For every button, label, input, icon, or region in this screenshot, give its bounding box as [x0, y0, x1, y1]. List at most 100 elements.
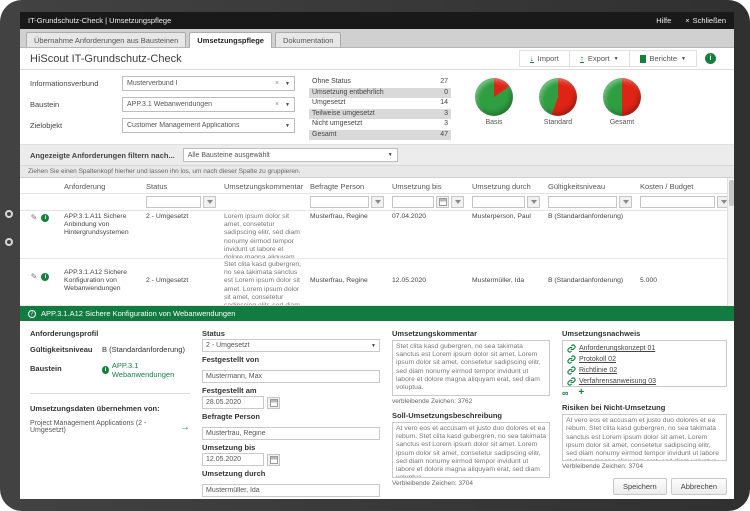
save-button[interactable]: Speichern — [613, 478, 667, 495]
pie-chart-standard — [539, 78, 577, 116]
festgestellt-am-input[interactable] — [202, 396, 264, 409]
baustein-link[interactable]: i APP.3.1 Webanwendungen — [102, 361, 190, 379]
summary-row: Umsetzung entbehrlich0 — [309, 88, 451, 99]
zielobjekt-label: Zielobjekt — [30, 121, 122, 130]
umsetzung-bis-input[interactable] — [202, 453, 264, 466]
person-filter-input[interactable] — [310, 196, 369, 208]
detail-text-column-2: Umsetzungsnachweis Anforderungskonzept 0… — [562, 329, 727, 495]
clear-icon[interactable]: × — [272, 101, 282, 108]
filter-button[interactable] — [371, 196, 384, 208]
close-button[interactable]: × Schließen — [685, 16, 726, 25]
group-by-dropzone[interactable]: Ziehen Sie einen Spaltenkopf hierher und… — [20, 165, 734, 178]
calendar-button[interactable] — [267, 397, 280, 409]
import-button[interactable]: ↓ Import — [520, 51, 570, 66]
risiken-textarea[interactable]: At vero eos et accusam et justo duo dolo… — [562, 414, 727, 461]
chevron-down-icon[interactable]: ▼ — [282, 81, 290, 87]
befragte-person-input[interactable] — [202, 427, 380, 440]
edit-icon[interactable]: ✎ — [31, 214, 38, 256]
divider — [30, 393, 190, 394]
add-icon[interactable]: + — [578, 389, 584, 397]
tab-umsetzungspflege[interactable]: Umsetzungspflege — [189, 32, 272, 48]
info-icon[interactable]: i — [41, 273, 49, 281]
filter-zone: Informationsverbund Musterverbund I × ▼ … — [20, 70, 734, 144]
clear-icon[interactable]: × — [272, 80, 282, 87]
tablet-frame: IT-Grundschutz-Check | Umsetzungspflege … — [0, 0, 750, 511]
pie-standard: Standard — [539, 78, 577, 140]
table-filter-row — [20, 194, 734, 211]
info-icon: i — [102, 366, 109, 374]
link-existing-icon[interactable]: ∞ — [562, 389, 568, 397]
kommentar-cell: Stet clita kasd gubergren, no sea takima… — [220, 259, 306, 305]
apply-takeover-button[interactable]: → — [180, 422, 190, 433]
calendar-button[interactable] — [436, 196, 449, 208]
filter-button[interactable] — [527, 196, 540, 208]
festgestellt-am-label: Festgestellt am — [202, 386, 380, 395]
chevron-down-icon: ▼ — [371, 343, 376, 349]
nachweis-link[interactable]: Anforderungskonzept 01 — [579, 345, 655, 352]
status-select[interactable]: 2 - Umgesetzt ▼ — [202, 339, 380, 352]
display-filter-row: Angezeigte Anforderungen filtern nach...… — [20, 144, 734, 165]
umsetzungskommentar-label: Umsetzungskommentar — [392, 329, 550, 338]
bis-filter-input[interactable] — [392, 196, 434, 208]
table-row[interactable]: ✎ i APP.3.1.A12 Sichere Konfiguration vo… — [20, 259, 734, 306]
niveau-filter-input[interactable] — [548, 196, 617, 208]
export-button[interactable]: ↑ Export ▼ — [570, 51, 630, 66]
festgestellt-von-input[interactable] — [202, 370, 380, 383]
informationsverbund-select[interactable]: Musterverbund I × ▼ — [122, 76, 295, 91]
kosten-filter-input[interactable] — [640, 196, 715, 208]
col-kosten-budget[interactable]: Kosten / Budget — [636, 178, 734, 193]
chevron-down-icon[interactable]: ▼ — [282, 123, 290, 129]
filter-button[interactable] — [619, 196, 632, 208]
funnel-icon — [375, 200, 381, 204]
table-scrollbar[interactable] — [727, 178, 734, 306]
table-row[interactable]: ✎ i APP.3.1.A11 Sichere Anbindung von Hi… — [20, 211, 734, 259]
risiken-label: Risiken bei Nicht-Umsetzung — [562, 403, 727, 412]
soll-umsetzung-textarea[interactable]: At vero eos et accusam et justo duo dolo… — [392, 422, 550, 478]
display-filter-select[interactable]: Alle Bausteine ausgewählt ▼ — [183, 148, 398, 162]
takeover-source-value: Project Management Applications (2 - Umg… — [30, 420, 180, 434]
tab-dokumentation[interactable]: Dokumentation — [275, 32, 341, 47]
tab-uebernahme-anforderungen[interactable]: Übernahme Anforderungen aus Bausteinen — [26, 32, 186, 47]
durch-filter-input[interactable] — [472, 196, 525, 208]
pie-gesamt: Gesamt — [603, 78, 641, 140]
zielobjekt-select[interactable]: Customer Management Applications ▼ — [122, 118, 295, 133]
list-item: Verfahrensanweisung 03 — [567, 377, 722, 386]
durch-cell: Musterperson, Paul — [468, 211, 544, 258]
col-anforderung[interactable]: Anforderung — [60, 178, 142, 193]
list-item: Richtlinie 02 — [567, 366, 722, 375]
link-icon — [567, 377, 576, 386]
chevron-down-icon[interactable]: ▼ — [282, 102, 290, 108]
col-befragte-person[interactable]: Befragte Person — [306, 178, 388, 193]
status-label: Status — [202, 329, 380, 338]
app-screen: IT-Grundschutz-Check | Umsetzungspflege … — [20, 12, 734, 499]
informationsverbund-label: Informationsverbund — [30, 79, 122, 88]
help-link[interactable]: Hilfe — [656, 16, 671, 25]
form-actions: Speichern Abbrechen — [562, 478, 727, 495]
filter-button[interactable] — [451, 196, 464, 208]
col-umsetzungskommentar[interactable]: Umsetzungskommentar — [220, 178, 306, 193]
soll-char-counter: Verbleibende Zeichen: 3704 — [392, 480, 550, 487]
pie-basis: Basis — [475, 78, 513, 140]
info-icon[interactable]: i — [705, 53, 716, 64]
umsetzungskommentar-textarea[interactable]: Stet clita kasd gubergren, no sea takima… — [392, 340, 550, 396]
nachweis-link[interactable]: Verfahrensanweisung 03 — [579, 378, 656, 385]
nachweis-link[interactable]: Protokoll 02 — [579, 356, 616, 363]
col-umsetzung-bis[interactable]: Umsetzung bis — [388, 178, 468, 193]
status-filter-input[interactable] — [146, 196, 201, 208]
baustein-select[interactable]: APP.3.1 Webanwendungen × ▼ — [122, 97, 295, 112]
col-status[interactable]: Status — [142, 178, 220, 193]
filter-button[interactable] — [203, 196, 216, 208]
umsetzung-durch-input[interactable] — [202, 484, 380, 497]
col-gueltigkeitsniveau[interactable]: Gültigkeitsniveau — [544, 178, 636, 193]
info-icon[interactable]: i — [41, 214, 49, 222]
calendar-icon — [270, 456, 278, 464]
reports-button[interactable]: Berichte ▼ — [630, 51, 696, 66]
calendar-button[interactable] — [267, 454, 280, 466]
edit-icon[interactable]: ✎ — [31, 273, 38, 303]
nachweis-link[interactable]: Richtlinie 02 — [579, 367, 617, 374]
frame-dot — [5, 238, 13, 246]
anforderungsprofil-label: Anforderungsprofil — [30, 329, 98, 338]
col-umsetzung-durch[interactable]: Umsetzung durch — [468, 178, 544, 193]
scrollbar-thumb[interactable] — [729, 180, 734, 206]
cancel-button[interactable]: Abbrechen — [671, 478, 727, 495]
